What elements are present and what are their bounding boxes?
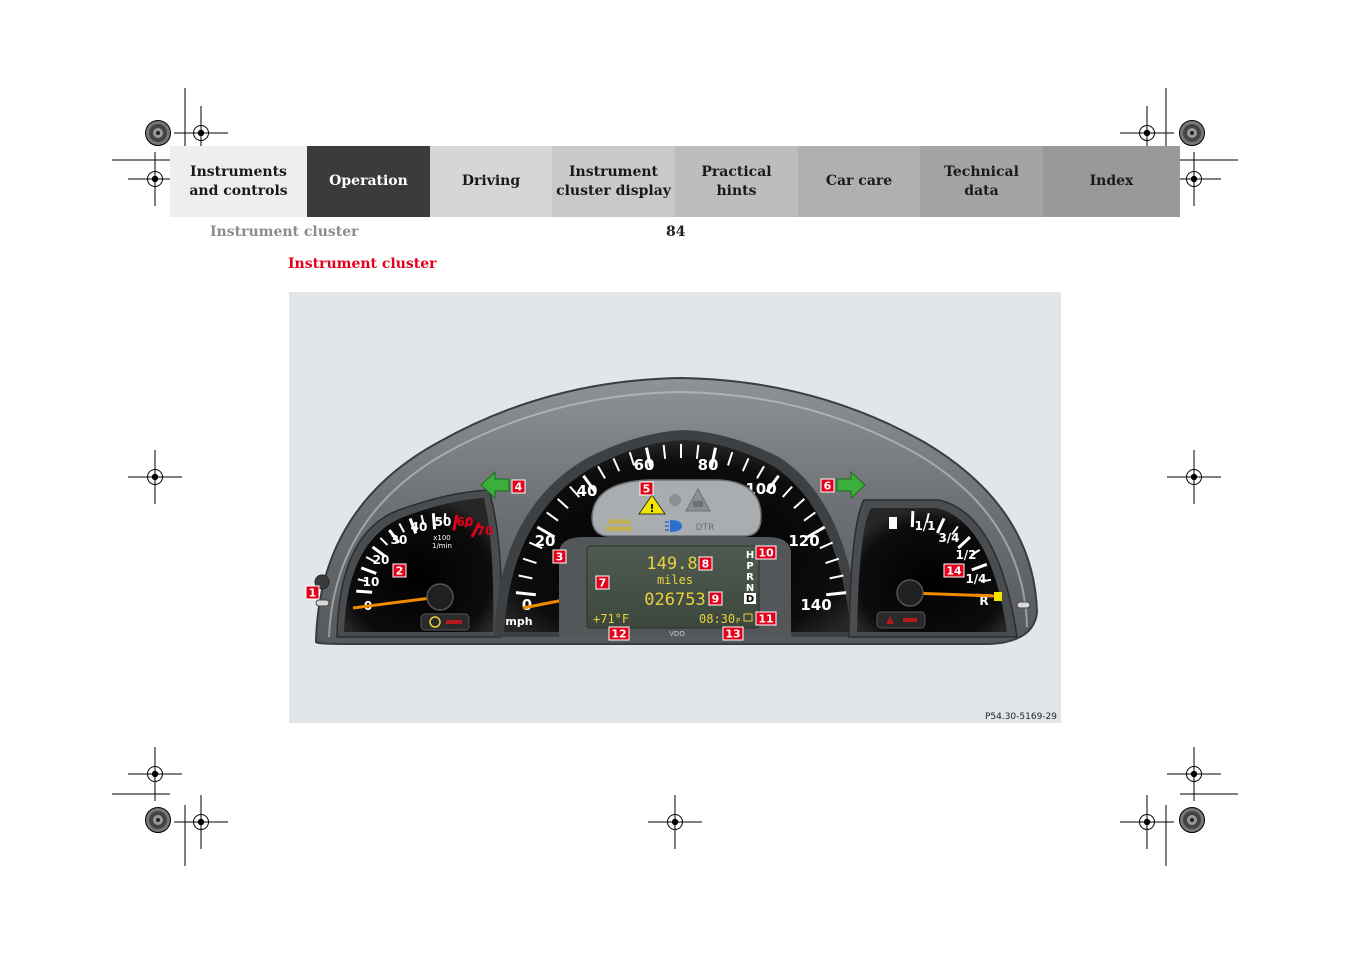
svg-text:H: H (746, 550, 754, 561)
reserve-warning-indicator (876, 611, 926, 629)
distance-unit: miles (657, 573, 693, 587)
callout-3: 3 (552, 549, 567, 564)
svg-text:2: 2 (396, 565, 404, 578)
clock: 08:30 (699, 612, 735, 626)
callout-1: 1 (305, 585, 320, 600)
fuel-pump-icon (889, 517, 897, 529)
tab-instrument-cluster-display[interactable]: Instrument cluster display (552, 146, 675, 217)
speed-tick (515, 591, 536, 597)
tach-label-40: 40 (411, 520, 428, 534)
svg-text:11: 11 (758, 613, 773, 626)
tab-index[interactable]: Index (1043, 146, 1180, 217)
tab-driving[interactable]: Driving (430, 146, 552, 217)
tab-practical-hints[interactable]: Practical hints (675, 146, 798, 217)
running-title: Instrument cluster (210, 224, 359, 240)
callout-4: 4 (511, 479, 526, 494)
brand-label: VDO (669, 630, 685, 638)
svg-text:P: P (746, 561, 753, 572)
total-odometer: 026753 (644, 590, 705, 610)
check-engine-line1: CHECK (608, 519, 631, 526)
fuel-hub (896, 579, 924, 607)
fuel-label-full: 1/1 (914, 519, 935, 533)
svg-text:7: 7 (599, 577, 607, 590)
trip-odometer: 149.8 (646, 554, 697, 574)
callout-5: 5 (639, 481, 654, 496)
tach-tick (356, 589, 373, 594)
tach-label-70: 70 (477, 524, 494, 538)
tach-label-50: 50 (435, 515, 452, 529)
tach-label-10: 10 (363, 575, 380, 589)
speed-label-80: 80 (698, 456, 719, 474)
high-beam-icon (665, 520, 682, 532)
outside-temperature: +71°F (593, 612, 629, 626)
tach-label-60: 60 (457, 515, 474, 529)
speed-label-20: 20 (535, 532, 556, 550)
svg-text:9: 9 (712, 593, 720, 606)
fuel-tick (910, 510, 915, 528)
tach-label-20: 20 (373, 553, 390, 567)
right-trim-slot (1016, 601, 1031, 609)
svg-text:N: N (746, 583, 754, 594)
tach-unit-rpm: 1/min (432, 542, 452, 550)
callout-8: 8 (698, 556, 713, 571)
svg-text:3: 3 (556, 551, 564, 564)
callout-2: 2 (392, 563, 407, 578)
svg-text:5: 5 (643, 483, 651, 496)
section-heading: Instrument cluster (288, 256, 437, 272)
svg-text:12: 12 (611, 628, 626, 641)
fuel-label-quarter: 1/4 (965, 572, 986, 586)
tach-hub (426, 583, 454, 611)
svg-text:R: R (746, 572, 754, 583)
left-trim-slot (315, 599, 330, 607)
page-number: 84 (666, 224, 686, 240)
dtr-label: DTR (696, 523, 715, 533)
svg-text:10: 10 (758, 547, 774, 560)
tach-unit-x100: x100 (433, 534, 451, 542)
svg-text:1: 1 (309, 587, 317, 600)
svg-text:14: 14 (946, 565, 962, 578)
svg-text:D: D (746, 594, 754, 605)
svg-text:8: 8 (702, 558, 710, 571)
callout-11: 11 (755, 611, 777, 626)
tach-label-30: 30 (391, 533, 408, 547)
speed-label-120: 120 (788, 532, 819, 550)
check-engine-line2: ENGINE (606, 526, 631, 533)
figure-code: P54.30-5169-29 (985, 712, 1057, 722)
svg-text:4: 4 (515, 481, 523, 494)
speed-label-140: 140 (800, 596, 831, 614)
tab-car-care[interactable]: Car care (798, 146, 920, 217)
speed-unit: mph (505, 615, 532, 628)
svg-text:!: ! (649, 502, 654, 515)
chapter-tabs: Instruments and controls Operation Drivi… (170, 146, 1180, 217)
svg-text:13: 13 (725, 628, 740, 641)
fuel-label-three-quarter: 3/4 (938, 531, 959, 545)
indicator-lamp (669, 494, 681, 506)
callout-13: 13 (722, 626, 744, 641)
speed-label-60: 60 (634, 456, 655, 474)
tab-instruments-and-controls[interactable]: Instruments and controls (170, 146, 307, 217)
callout-6: 6 (820, 478, 835, 493)
warning-lamp-panel: CHECK ENGINE ! DTR (591, 479, 762, 537)
speed-tick (826, 591, 847, 597)
tab-technical-data[interactable]: Technical data (920, 146, 1043, 217)
callout-12: 12 (608, 626, 630, 641)
speed-label-40: 40 (577, 482, 598, 500)
clock-suffix: P (736, 617, 740, 625)
callout-14: 14 (943, 563, 965, 578)
svg-text:6: 6 (824, 480, 832, 493)
callout-7: 7 (595, 575, 610, 590)
instrument-cluster-figure: 0 10 20 30 40 50 60 70 x100 1/min 0 20 4… (289, 292, 1061, 723)
tab-operation[interactable]: Operation (307, 146, 430, 217)
callout-10: 10 (755, 545, 777, 560)
fuel-label-half: 1/2 (955, 548, 976, 562)
callout-9: 9 (708, 591, 723, 606)
